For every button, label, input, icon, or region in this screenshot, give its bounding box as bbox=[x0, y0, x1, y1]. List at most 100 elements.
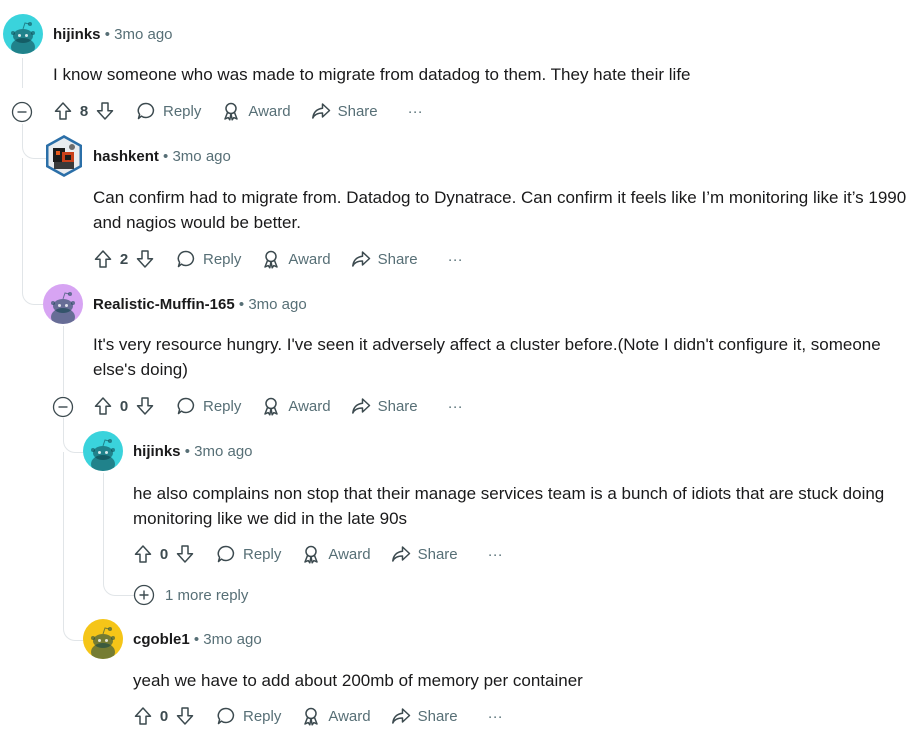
upvote-button[interactable] bbox=[132, 543, 154, 565]
award-button[interactable]: Award bbox=[261, 396, 331, 416]
timestamp[interactable]: 3mo ago bbox=[114, 26, 172, 43]
share-icon bbox=[351, 249, 371, 269]
more-replies-label: 1 more reply bbox=[165, 586, 249, 604]
more-options-button[interactable]: ··· bbox=[448, 251, 463, 268]
vote-count: 0 bbox=[119, 397, 129, 415]
thread-line bbox=[22, 158, 47, 305]
share-button[interactable]: Share bbox=[351, 396, 418, 416]
username[interactable]: hijinks bbox=[133, 443, 181, 460]
award-icon bbox=[261, 249, 281, 269]
comment-actions: 0 Reply Award Share ··· bbox=[132, 540, 503, 568]
snoo-avatar-icon bbox=[43, 284, 83, 324]
comment-body: Can confirm had to migrate from. Datadog… bbox=[93, 188, 907, 232]
award-button[interactable]: Award bbox=[221, 101, 291, 121]
separator-dot: • bbox=[193, 631, 200, 648]
thread-line bbox=[22, 58, 23, 88]
award-icon bbox=[301, 544, 321, 564]
share-icon bbox=[351, 396, 371, 416]
comment-meta: hijinks • 3mo ago bbox=[133, 442, 253, 462]
comment-body: yeah we have to add about 200mb of memor… bbox=[133, 671, 583, 690]
reply-button[interactable]: Reply bbox=[216, 706, 281, 726]
upvote-icon bbox=[53, 101, 73, 121]
downvote-button[interactable] bbox=[94, 100, 116, 122]
reply-button[interactable]: Reply bbox=[216, 544, 281, 564]
separator-dot: • bbox=[184, 443, 190, 460]
username[interactable]: Realistic-Muffin-165 bbox=[93, 296, 235, 313]
reply-icon bbox=[136, 101, 156, 121]
comment-actions: 0 Reply Award Share ··· bbox=[92, 392, 463, 420]
award-button[interactable]: Award bbox=[301, 706, 371, 726]
share-button[interactable]: Share bbox=[351, 249, 418, 269]
thread-line bbox=[103, 473, 134, 596]
share-button[interactable]: Share bbox=[391, 544, 458, 564]
comment-meta: Realistic-Muffin-165 • 3mo ago bbox=[93, 295, 307, 315]
collapse-thread-icon[interactable] bbox=[52, 396, 74, 418]
award-button[interactable]: Award bbox=[301, 544, 371, 564]
timestamp[interactable]: 3mo ago bbox=[194, 443, 252, 460]
upvote-button[interactable] bbox=[132, 705, 154, 727]
reply-button[interactable]: Reply bbox=[176, 249, 241, 269]
snoo-avatar-icon bbox=[83, 619, 123, 659]
award-icon bbox=[261, 396, 281, 416]
downvote-icon bbox=[135, 396, 155, 416]
share-icon bbox=[311, 101, 331, 121]
avatar[interactable] bbox=[3, 14, 43, 54]
comment-body: I know someone who was made to migrate f… bbox=[53, 65, 691, 84]
upvote-button[interactable] bbox=[92, 248, 114, 270]
vote-count: 0 bbox=[159, 545, 169, 563]
snoo-avatar-icon bbox=[83, 431, 123, 471]
upvote-icon bbox=[133, 706, 153, 726]
snoo-avatar-icon bbox=[3, 14, 43, 54]
comment-meta: hashkent • 3mo ago bbox=[93, 147, 231, 167]
thread-line bbox=[63, 326, 64, 396]
more-options-button[interactable]: ··· bbox=[408, 103, 423, 120]
separator-dot: • bbox=[163, 148, 169, 165]
avatar[interactable] bbox=[83, 431, 123, 471]
comment-actions: 8 Reply Award Share ··· bbox=[52, 97, 423, 125]
collapse-thread-icon[interactable] bbox=[11, 101, 33, 123]
downvote-button[interactable] bbox=[134, 248, 156, 270]
award-icon bbox=[301, 706, 321, 726]
comment-body: It's very resource hungry. I've seen it … bbox=[93, 335, 881, 379]
vote-count: 0 bbox=[159, 707, 169, 725]
timestamp[interactable]: 3mo ago bbox=[203, 631, 261, 648]
separator-dot: • bbox=[238, 296, 245, 313]
reply-button[interactable]: Reply bbox=[176, 396, 241, 416]
more-options-button[interactable]: ··· bbox=[488, 708, 503, 725]
upvote-button[interactable] bbox=[52, 100, 74, 122]
more-options-button[interactable]: ··· bbox=[488, 546, 503, 563]
downvote-icon bbox=[175, 706, 195, 726]
username[interactable]: hijinks bbox=[53, 26, 101, 43]
thread-line bbox=[63, 452, 86, 641]
timestamp[interactable]: 3mo ago bbox=[172, 148, 230, 165]
avatar[interactable] bbox=[83, 619, 123, 659]
upvote-icon bbox=[93, 249, 113, 269]
reply-button[interactable]: Reply bbox=[136, 101, 201, 121]
avatar[interactable] bbox=[43, 284, 83, 324]
more-replies-button[interactable]: 1 more reply bbox=[133, 584, 248, 606]
share-button[interactable]: Share bbox=[391, 706, 458, 726]
hexagon-avatar-icon bbox=[46, 135, 82, 177]
award-button[interactable]: Award bbox=[261, 249, 331, 269]
reply-icon bbox=[216, 544, 236, 564]
downvote-button[interactable] bbox=[174, 705, 196, 727]
timestamp[interactable]: 3mo ago bbox=[248, 296, 306, 313]
downvote-icon bbox=[175, 544, 195, 564]
downvote-button[interactable] bbox=[174, 543, 196, 565]
comment-actions: 0 Reply Award Share ··· bbox=[132, 702, 503, 730]
username[interactable]: cgoble1 bbox=[133, 631, 190, 648]
share-icon bbox=[391, 544, 411, 564]
expand-icon bbox=[133, 584, 155, 606]
comment-meta: hijinks • 3mo ago bbox=[53, 25, 173, 45]
more-options-button[interactable]: ··· bbox=[448, 398, 463, 415]
downvote-button[interactable] bbox=[134, 395, 156, 417]
upvote-button[interactable] bbox=[92, 395, 114, 417]
vote-count: 8 bbox=[79, 102, 89, 120]
username[interactable]: hashkent bbox=[93, 148, 159, 165]
share-button[interactable]: Share bbox=[311, 101, 378, 121]
comment-body: he also complains non stop that their ma… bbox=[133, 484, 885, 528]
downvote-icon bbox=[95, 101, 115, 121]
downvote-icon bbox=[135, 249, 155, 269]
separator-dot: • bbox=[104, 26, 110, 43]
avatar[interactable] bbox=[44, 134, 84, 177]
